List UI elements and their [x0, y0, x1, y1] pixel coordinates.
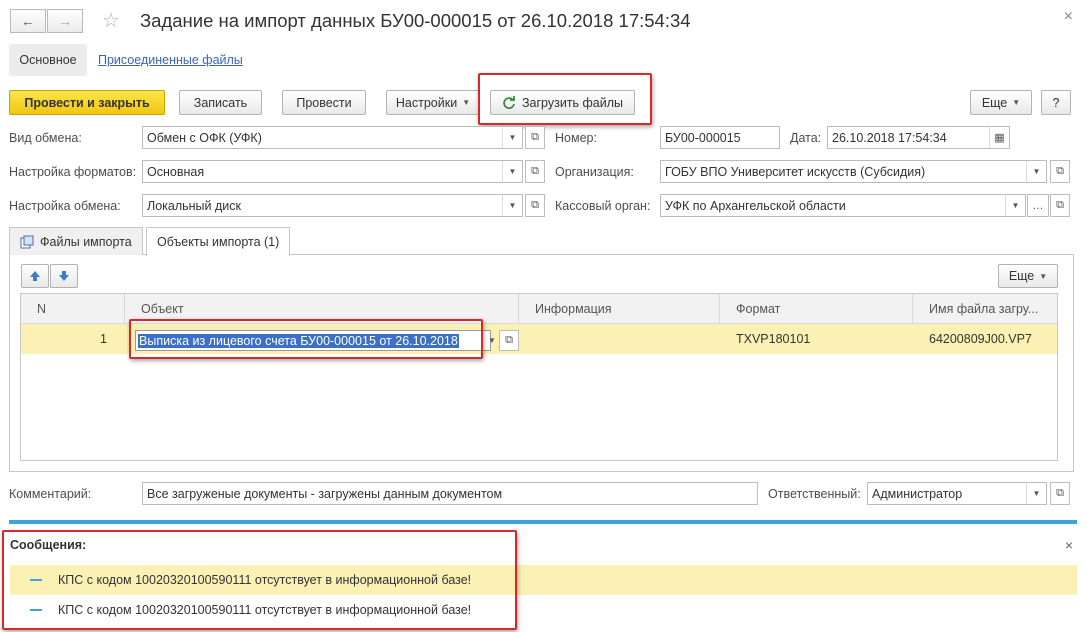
tab-import-objects[interactable]: Объекты импорта (1) [146, 227, 291, 256]
cash-authority-field[interactable]: УФК по Архангельской области ▼ [660, 194, 1026, 217]
number-value: БУ00-000015 [665, 130, 741, 145]
exchange-settings-field[interactable]: Локальный диск ▼ [142, 194, 523, 217]
close-icon[interactable]: × [1065, 537, 1073, 553]
save-button[interactable]: Записать [179, 90, 262, 115]
chevron-down-icon[interactable]: ▼ [485, 330, 499, 351]
comment-label: Комментарий: [9, 487, 92, 501]
window-title: Задание на импорт данных БУ00-000015 от … [140, 10, 691, 31]
format-settings-label: Настройка форматов: [9, 165, 137, 179]
messages-divider [9, 520, 1077, 524]
files-icon [20, 235, 34, 248]
tab-attached-files[interactable]: Присоединенные файлы [98, 53, 243, 67]
responsible-label: Ответственный: [768, 487, 861, 501]
chevron-down-icon[interactable]: ▼ [502, 161, 522, 182]
help-button[interactable]: ? [1041, 90, 1071, 115]
format-settings-value: Основная [147, 164, 205, 179]
exchange-settings-value: Локальный диск [147, 198, 241, 213]
back-button[interactable]: ← [10, 9, 46, 33]
cash-authority-label: Кассовый орган: [555, 199, 651, 213]
tab-main[interactable]: Основное [9, 44, 87, 76]
number-field[interactable]: БУ00-000015 [660, 126, 780, 149]
table-more-button[interactable]: Еще ▼ [998, 264, 1058, 288]
exchange-type-value: Обмен с ОФК (УФК) [147, 130, 262, 145]
cash-authority-value: УФК по Архангельской области [665, 198, 846, 213]
date-label: Дата: [790, 131, 822, 145]
responsible-value: Администратор [872, 486, 963, 501]
annotation-highlight-load [478, 73, 652, 125]
forward-button[interactable]: → [47, 9, 83, 33]
annotation-highlight-object [129, 319, 483, 359]
format-settings-field[interactable]: Основная ▼ [142, 160, 523, 183]
annotation-highlight-messages [2, 530, 517, 630]
arrow-down-icon [59, 271, 69, 281]
chevron-down-icon: ▼ [462, 98, 471, 107]
chevron-down-icon[interactable]: ▼ [1026, 161, 1046, 182]
close-icon[interactable]: × [1064, 8, 1073, 26]
move-down-button[interactable] [50, 264, 78, 288]
move-up-button[interactable] [21, 264, 49, 288]
tab-import-files[interactable]: Файлы импорта [9, 227, 143, 255]
tab-import-files-label: Файлы импорта [40, 234, 132, 249]
table-more-label: Еще [1008, 269, 1035, 283]
comment-field[interactable]: Все загруженые документы - загружены дан… [142, 482, 758, 505]
comment-value: Все загруженые документы - загружены дан… [147, 486, 503, 501]
chevron-down-icon: ▼ [1012, 98, 1021, 107]
chevron-down-icon: ▼ [1039, 271, 1048, 281]
responsible-field[interactable]: Администратор ▼ [867, 482, 1047, 505]
cell-n: 1 [100, 332, 107, 346]
favorite-star-icon[interactable]: ☆ [102, 8, 120, 33]
calendar-icon[interactable]: ▦ [989, 127, 1009, 148]
exchange-type-label: Вид обмена: [9, 131, 82, 145]
open-icon[interactable]: ⧉ [525, 126, 545, 149]
more-label: Еще [981, 95, 1008, 110]
open-icon[interactable]: ⧉ [499, 330, 519, 351]
organization-field[interactable]: ГОБУ ВПО Университет искусств (Субсидия)… [660, 160, 1047, 183]
open-icon[interactable]: ⧉ [1050, 160, 1070, 183]
cell-format: TXVP180101 [736, 332, 811, 346]
open-icon[interactable]: ⧉ [525, 160, 545, 183]
chevron-down-icon[interactable]: ▼ [502, 195, 522, 216]
column-header-info[interactable]: Информация [519, 294, 720, 324]
post-button[interactable]: Провести [282, 90, 366, 115]
arrow-right-icon: → [58, 13, 72, 29]
column-header-n[interactable]: N [21, 294, 125, 324]
open-icon[interactable]: ⧉ [525, 194, 545, 217]
date-value: 26.10.2018 17:54:34 [832, 130, 947, 145]
chevron-down-icon[interactable]: ▼ [502, 127, 522, 148]
column-header-format[interactable]: Формат [720, 294, 913, 324]
organization-label: Организация: [555, 165, 634, 179]
select-dots-button[interactable]: … [1027, 194, 1049, 217]
column-header-filename[interactable]: Имя файла загру... [913, 294, 1057, 324]
chevron-down-icon[interactable]: ▼ [1005, 195, 1025, 216]
settings-label: Настройки [395, 95, 458, 110]
arrow-up-icon [30, 271, 40, 281]
chevron-down-icon[interactable]: ▼ [1026, 483, 1046, 504]
date-field[interactable]: 26.10.2018 17:54:34 ▦ [827, 126, 1010, 149]
cell-info [519, 324, 720, 354]
open-icon[interactable]: ⧉ [1050, 482, 1070, 505]
exchange-settings-label: Настройка обмена: [9, 199, 121, 213]
cell-filename: 64200809J00.VP7 [929, 332, 1032, 346]
open-icon[interactable]: ⧉ [1050, 194, 1070, 217]
post-and-close-button[interactable]: Провести и закрыть [9, 90, 165, 115]
settings-button[interactable]: Настройки ▼ [386, 90, 480, 115]
more-button[interactable]: Еще ▼ [970, 90, 1032, 115]
exchange-type-field[interactable]: Обмен с ОФК (УФК) ▼ [142, 126, 523, 149]
organization-value: ГОБУ ВПО Университет искусств (Субсидия) [665, 164, 926, 179]
arrow-left-icon: ← [21, 13, 35, 29]
number-label: Номер: [555, 131, 597, 145]
